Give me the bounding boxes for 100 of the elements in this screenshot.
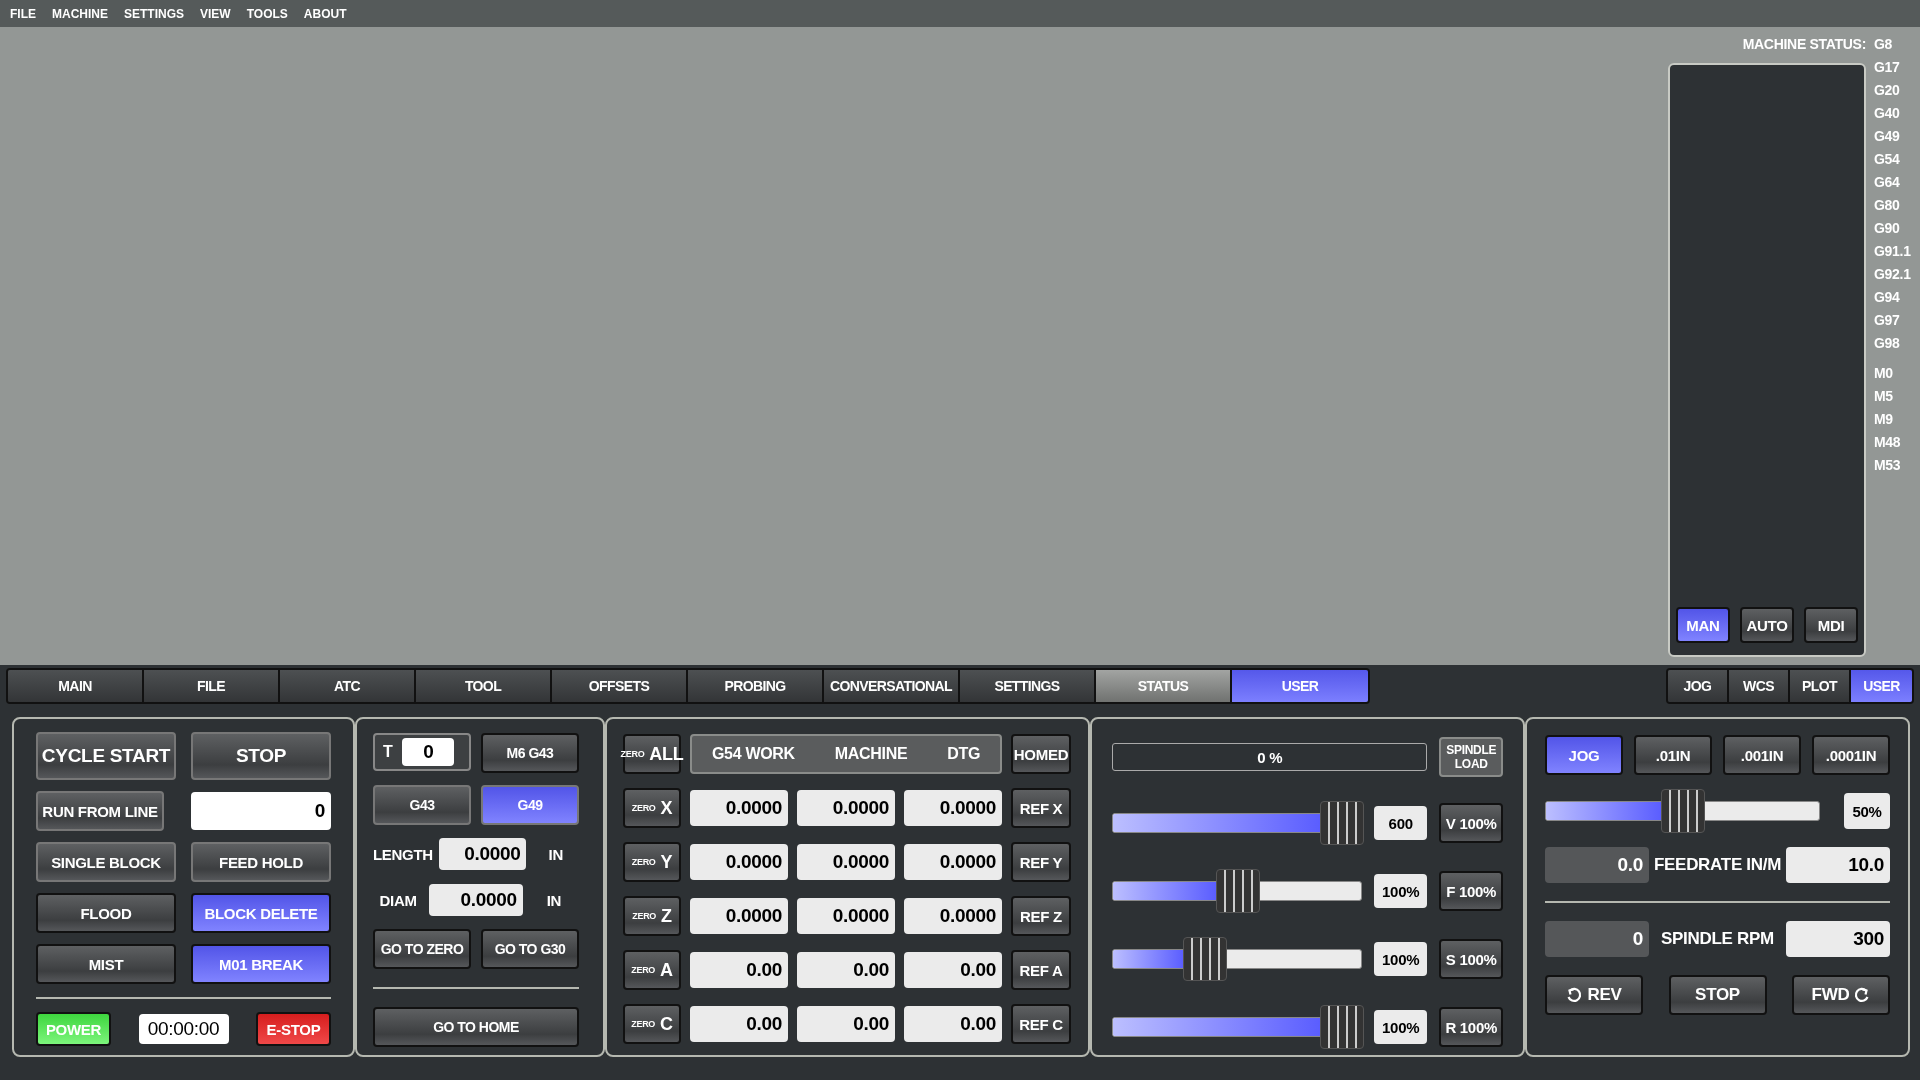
line-number-field[interactable]: 0 <box>191 792 331 830</box>
tool-number-field[interactable]: T 0 <box>373 733 471 771</box>
menu-item[interactable]: VIEW <box>200 6 231 21</box>
machine-position-field: 0.00 <box>797 1006 895 1042</box>
actual-rpm-field: 0 <box>1545 921 1649 957</box>
tab[interactable]: MAIN <box>8 670 144 702</box>
toggle-button[interactable]: BLOCK DELETE <box>191 893 331 933</box>
menu-item[interactable]: ABOUT <box>303 6 347 21</box>
run-from-line-button[interactable]: RUN FROM LINE <box>36 791 164 831</box>
g-code: G92.1 <box>1874 265 1912 284</box>
menu-item[interactable]: FILE <box>10 6 36 21</box>
tab[interactable]: WCS <box>1729 670 1790 702</box>
jog-step-button[interactable]: JOG <box>1545 735 1623 775</box>
tab[interactable]: OFFSETS <box>552 670 688 702</box>
slider-thumb[interactable] <box>1216 869 1260 913</box>
column-header: G54 WORK <box>711 745 795 763</box>
spindle-rpm-label: SPINDLE RPM <box>1661 929 1774 949</box>
go-to-button[interactable]: GO TO G30 <box>481 929 579 969</box>
toggle-button[interactable]: FLOOD <box>36 893 176 933</box>
tool-value-field[interactable]: 0.0000 <box>429 884 523 916</box>
jog-step-button[interactable]: .01IN <box>1634 735 1712 775</box>
spindle-reverse-button[interactable]: REV <box>1545 975 1643 1015</box>
work-position-field[interactable]: 0.00 <box>690 1006 788 1042</box>
slider-thumb[interactable] <box>1660 789 1705 833</box>
tool-comp-button[interactable]: G49 <box>481 785 579 825</box>
tab[interactable]: FILE <box>144 670 280 702</box>
tab[interactable]: TOOL <box>416 670 552 702</box>
work-position-field[interactable]: 0.00 <box>690 952 788 988</box>
jog-step-button[interactable]: .001IN <box>1723 735 1801 775</box>
distance-to-go-field: 0.0000 <box>904 898 1002 934</box>
g-code: G90 <box>1874 219 1901 238</box>
slider-thumb[interactable] <box>1182 937 1227 981</box>
slider-thumb[interactable] <box>1320 1005 1364 1049</box>
ref-button[interactable]: REF C <box>1011 1004 1071 1044</box>
distance-to-go-field: 0.0000 <box>904 790 1002 826</box>
override-reading: 100% <box>1373 942 1428 976</box>
tab[interactable]: CONVERSATIONAL <box>824 670 960 702</box>
field-label: LENGTH <box>373 845 433 863</box>
tool-comp-button[interactable]: G43 <box>373 785 471 825</box>
zero-axis-button[interactable]: ZERO Y <box>623 842 681 882</box>
work-position-field[interactable]: 0.0000 <box>690 844 788 880</box>
menu-item[interactable]: SETTINGS <box>124 6 184 21</box>
menu-item[interactable]: MACHINE <box>52 6 108 21</box>
machine-position-field: 0.0000 <box>797 898 895 934</box>
spindle-stop-button[interactable]: STOP <box>1668 975 1767 1015</box>
override-reset-button[interactable]: S 100% <box>1439 939 1503 979</box>
tool-change-button[interactable]: M6 G43 <box>481 733 579 773</box>
override-reset-button[interactable]: V 100% <box>1439 803 1503 843</box>
tab[interactable]: JOG <box>1668 670 1729 702</box>
g-code: G98 <box>1874 334 1901 353</box>
stop-button[interactable]: STOP <box>191 732 331 780</box>
machine-position-field: 0.00 <box>797 952 895 988</box>
go-to-button[interactable]: GO TO ZERO <box>373 929 471 969</box>
ref-button[interactable]: REF A <box>1011 950 1071 990</box>
toggle-button[interactable]: M01 BREAK <box>191 944 331 984</box>
tab[interactable]: SETTINGS <box>960 670 1096 702</box>
mode-button[interactable]: AUTO <box>1740 607 1794 643</box>
toggle-button[interactable]: SINGLE BLOCK <box>36 842 176 882</box>
machine-position-field: 0.0000 <box>797 790 895 826</box>
m-code: M0 <box>1874 364 1894 383</box>
g-code: G54 <box>1874 150 1901 169</box>
mode-button[interactable]: MDI <box>1804 607 1858 643</box>
machine-position-field: 0.0000 <box>797 844 895 880</box>
zero-axis-button[interactable]: ZERO Z <box>623 896 681 936</box>
tab[interactable]: PROBING <box>688 670 824 702</box>
go-to-home-button[interactable]: GO TO HOME <box>373 1007 579 1047</box>
tool-value-field[interactable]: 0.0000 <box>438 838 527 870</box>
counterclockwise-arrow-icon <box>1566 987 1583 1003</box>
menu-item[interactable]: TOOLS <box>246 6 288 21</box>
actual-feedrate-field: 0.0 <box>1545 847 1649 883</box>
override-reading: 100% <box>1373 1010 1428 1044</box>
toggle-button[interactable]: MIST <box>36 944 176 984</box>
work-position-field[interactable]: 0.0000 <box>690 898 788 934</box>
work-position-field[interactable]: 0.0000 <box>690 790 788 826</box>
tab[interactable]: ATC <box>280 670 416 702</box>
e-stop-button[interactable]: E-STOP <box>256 1012 331 1046</box>
tab[interactable]: USER <box>1851 670 1912 702</box>
tab[interactable]: USER <box>1232 670 1368 702</box>
zero-axis-button[interactable]: ZERO C <box>623 1004 681 1044</box>
tab[interactable]: PLOT <box>1790 670 1851 702</box>
cycle-start-button[interactable]: CYCLE START <box>36 732 176 780</box>
homed-button[interactable]: HOMED <box>1011 734 1071 774</box>
g-code: G20 <box>1874 81 1901 100</box>
spindle-rpm-field[interactable]: 300 <box>1786 921 1890 957</box>
ref-button[interactable]: REF X <box>1011 788 1071 828</box>
slider-thumb[interactable] <box>1320 801 1364 845</box>
column-header: MACHINE <box>834 745 908 763</box>
feedrate-label: FEEDRATE IN/M <box>1653 855 1782 875</box>
override-reset-button[interactable]: F 100% <box>1439 871 1503 911</box>
spindle-forward-button[interactable]: FWD <box>1792 975 1890 1015</box>
jog-step-button[interactable]: .0001IN <box>1812 735 1890 775</box>
ref-button[interactable]: REF Z <box>1011 896 1071 936</box>
m-code: M48 <box>1874 433 1902 452</box>
ref-button[interactable]: REF Y <box>1011 842 1071 882</box>
zero-axis-button[interactable]: ZERO A <box>623 950 681 990</box>
override-reset-button[interactable]: R 100% <box>1439 1007 1503 1047</box>
toggle-button[interactable]: FEED HOLD <box>191 842 331 882</box>
feedrate-field[interactable]: 10.0 <box>1786 847 1890 883</box>
mode-button[interactable]: MAN <box>1676 607 1730 643</box>
zero-axis-button[interactable]: ZERO X <box>623 788 681 828</box>
